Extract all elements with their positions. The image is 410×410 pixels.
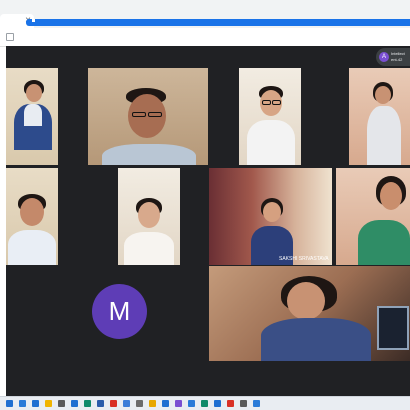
app-icon-7[interactable]: [253, 400, 260, 407]
mail-icon[interactable]: [71, 400, 78, 407]
video-tile-girl-pink-curtain[interactable]: SAKSHI SRIVASTAVA: [209, 168, 332, 265]
app-icon-6[interactable]: [240, 400, 247, 407]
app-icon[interactable]: [175, 400, 182, 407]
participant-pill-avatar: A: [379, 52, 389, 62]
taskbar: [0, 396, 410, 410]
word-icon[interactable]: [97, 400, 104, 407]
search-icon[interactable]: [19, 400, 26, 407]
video-tile-boy-glasses[interactable]: [239, 68, 301, 165]
active-tab-highlight[interactable]: [26, 19, 410, 26]
photos-icon[interactable]: [123, 400, 130, 407]
taskview-icon[interactable]: [32, 400, 39, 407]
meeting-grid: SAKSHI SRIVASTAVA M A Intellect ent-42: [6, 46, 410, 396]
settings-icon[interactable]: [136, 400, 143, 407]
participant-name: SAKSHI SRIVASTAVA: [279, 256, 329, 262]
app-icon-5[interactable]: [227, 400, 234, 407]
participant-pill-line1: Intellect: [391, 51, 405, 56]
participant-pill-line2: ent-42: [391, 57, 403, 62]
media-icon[interactable]: [162, 400, 169, 407]
app-icon-3[interactable]: [201, 400, 208, 407]
video-tile-teacher[interactable]: [88, 68, 208, 165]
edge-icon[interactable]: [84, 400, 91, 407]
app-icon-4[interactable]: [214, 400, 221, 407]
store-icon[interactable]: [58, 400, 65, 407]
start-icon[interactable]: [6, 400, 13, 407]
video-tile-woman-green[interactable]: [336, 168, 410, 265]
video-tile-girl-uniform[interactable]: [6, 68, 58, 165]
video-tile-girl-standing[interactable]: [349, 68, 410, 165]
chrome-icon[interactable]: [110, 400, 117, 407]
laptop-screen: [377, 306, 409, 350]
video-tile-boy-smiling[interactable]: [6, 168, 58, 265]
app-icon-2[interactable]: [188, 400, 195, 407]
video-tile-girl-white[interactable]: [118, 168, 180, 265]
tab-indicator-icon: [32, 19, 35, 22]
folder-icon[interactable]: [149, 400, 156, 407]
page-icon: [6, 33, 14, 41]
video-tile-girl-laptop[interactable]: [209, 266, 410, 361]
browser-tabstrip: ×: [0, 0, 410, 28]
address-bar[interactable]: [0, 28, 410, 47]
explorer-icon[interactable]: [45, 400, 52, 407]
participant-pill[interactable]: A Intellect ent-42: [376, 48, 410, 66]
participant-avatar[interactable]: M: [92, 284, 147, 339]
